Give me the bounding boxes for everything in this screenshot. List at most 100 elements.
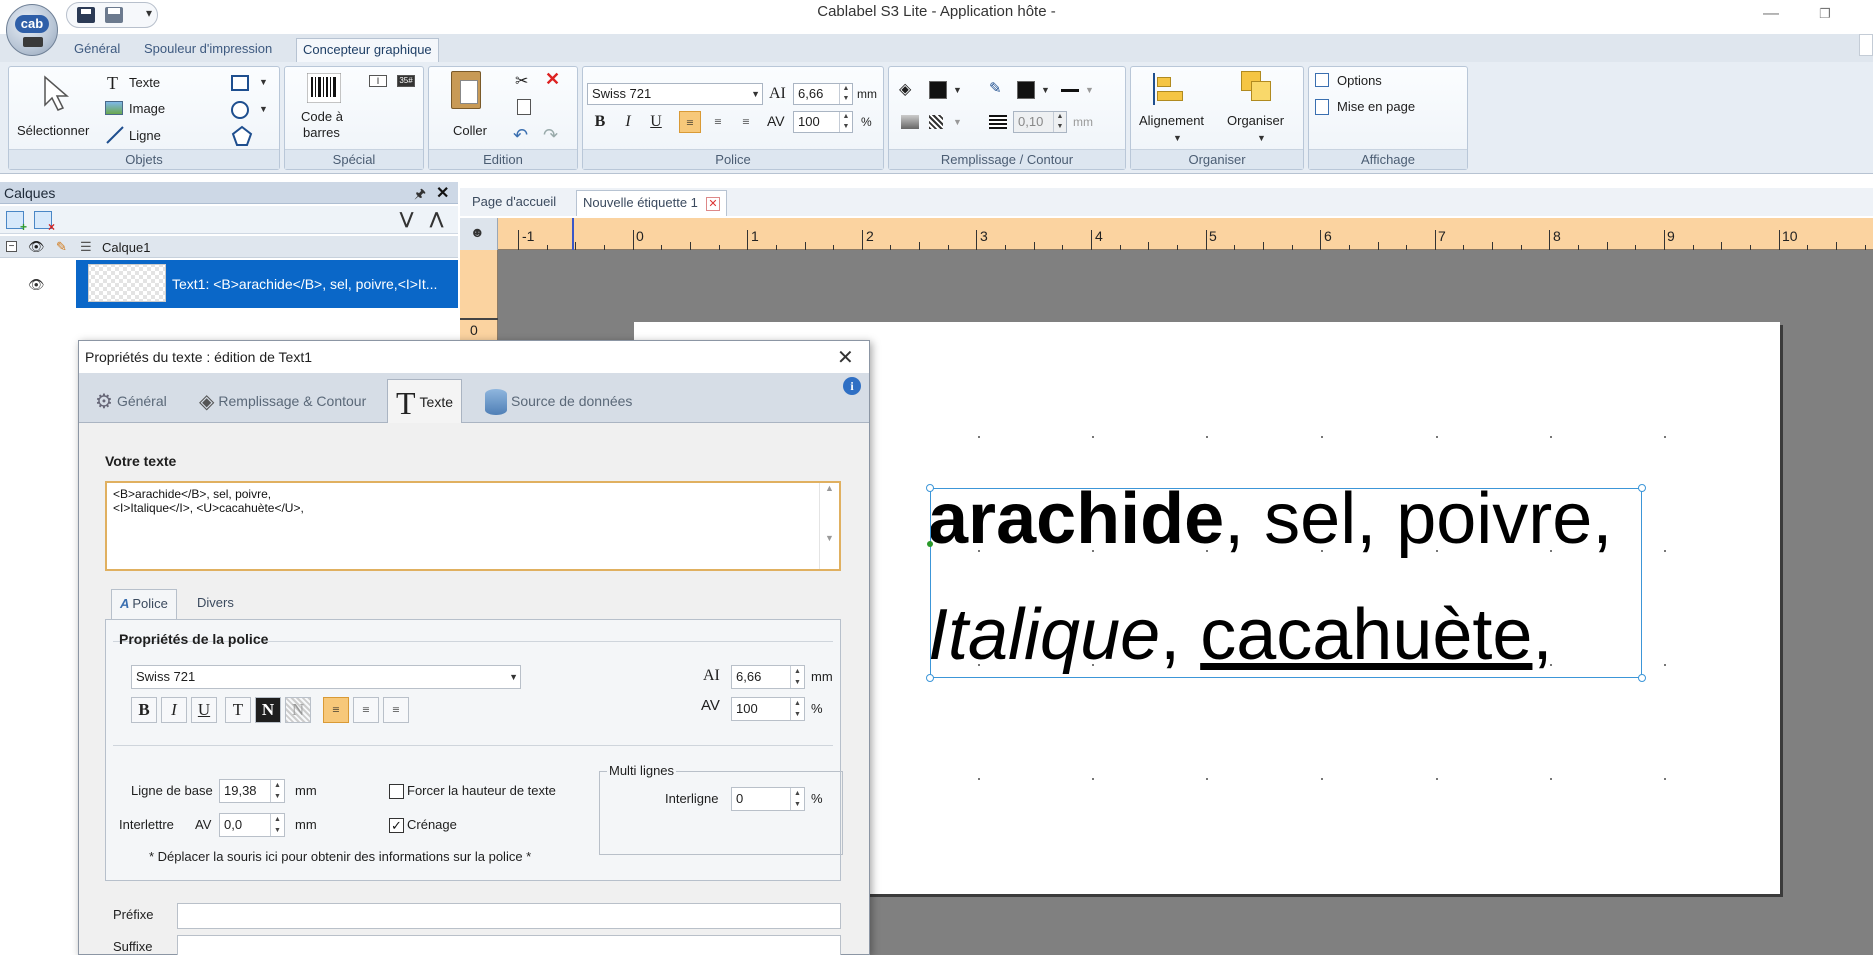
spinner-arrows-icon[interactable]: ▲ ▼ [839,84,852,104]
force-height-checkbox[interactable] [389,784,404,799]
restore-icon[interactable]: ❐ [1812,2,1838,26]
barcode-label-line2[interactable]: barres [303,125,340,140]
pattern-icon[interactable] [929,115,943,129]
layer-row[interactable]: − 👁 ✎ ☰ Calque1 [0,236,458,258]
selection-frame[interactable] [930,488,1642,678]
paste-button[interactable]: Coller [453,123,487,138]
delete-icon[interactable]: ✕ [545,69,560,90]
fill-color-dropdown-icon[interactable]: ▼ [953,85,962,95]
dialog-outline-button[interactable]: T [225,697,251,723]
dialog-tab-fill[interactable]: ◈ Remplissage & Contour [191,379,374,423]
tab-print-spooler[interactable]: Spouleur d'impression [138,38,278,62]
info-icon[interactable]: i [843,377,861,395]
tab-new-label[interactable]: Nouvelle étiquette 1 ✕ [576,190,727,216]
line-style-icon[interactable] [1061,89,1079,92]
text-input-area[interactable]: <B>arachide</B>, sel, poivre, <I>Italiqu… [105,481,841,571]
app-logo-button[interactable]: cab [6,4,58,56]
font-size-spinner[interactable]: 6,66 ▲ ▼ [793,83,853,105]
outline-color-swatch[interactable] [1017,81,1035,99]
arrange-dropdown-icon[interactable]: ▼ [1257,133,1266,143]
ribbon-search-box[interactable] [1859,34,1873,56]
ellipse-dropdown-icon[interactable]: ▼ [259,104,268,114]
spinner-arrows-icon[interactable]: ▲ ▼ [270,814,284,836]
anchor-point[interactable] [927,541,933,547]
align-right-button[interactable]: ≡ [735,111,757,133]
cut-icon[interactable]: ✂ [515,71,528,91]
spinner-arrows-icon[interactable]: ▲ ▼ [839,112,852,132]
arrange-button[interactable]: Organiser [1227,113,1284,128]
ruler-origin-icon[interactable]: ☻ [470,224,485,240]
eye-icon[interactable]: 👁 [28,277,45,293]
dialog-shadow-button[interactable]: N [285,697,311,723]
dialog-font-size-spinner[interactable]: 6,66 ▲ ▼ [731,665,805,689]
line-width-spinner[interactable]: 0,10 ▲ ▼ [1013,111,1067,133]
resize-handle[interactable] [926,674,934,682]
close-tab-icon[interactable]: ✕ [705,196,720,211]
add-layer-icon[interactable] [6,211,27,234]
dialog-font-combo[interactable]: Swiss 721 ▼ [131,665,521,689]
dialog-tab-datasource[interactable]: Source de données [477,379,640,423]
font-width-spinner[interactable]: 100 ▲ ▼ [793,111,853,133]
interline-spinner[interactable]: 0 ▲ ▼ [731,787,805,811]
dialog-italic-button[interactable]: I [161,697,187,723]
ellipse-icon[interactable] [231,101,249,119]
resize-handle[interactable] [1638,484,1646,492]
collapse-all-icon[interactable]: ⋁ [400,209,413,229]
text-tool-icon[interactable]: T [107,73,118,94]
resize-handle[interactable] [1638,674,1646,682]
align-button[interactable]: Alignement [1139,113,1204,128]
page-setup-button[interactable]: Mise en page [1337,99,1415,114]
spinner-arrows-icon[interactable]: ▲ ▼ [790,788,804,810]
text-field-icon[interactable]: I [369,75,387,87]
textarea-scrollbar[interactable]: ▲ ▼ [819,483,839,569]
spinner-arrows-icon[interactable]: ▲ ▼ [790,698,804,720]
dialog-align-center-button[interactable]: ≡ [353,697,379,723]
counter-icon[interactable]: 35# [397,75,415,87]
polygon-icon[interactable] [231,125,253,147]
line-tool-button[interactable]: Ligne [129,128,161,143]
pattern-dropdown-icon[interactable]: ▼ [953,117,962,127]
spinner-arrows-icon[interactable]: ▲ ▼ [790,666,804,688]
suffix-input[interactable] [177,935,841,955]
baseline-spinner[interactable]: 19,38 ▲ ▼ [219,779,285,803]
tab-graphic-designer[interactable]: Concepteur graphique [296,38,439,62]
spinner-arrows-icon[interactable]: ▲ ▼ [1053,112,1066,132]
collapse-toggle-icon[interactable]: − [6,241,17,252]
subtab-font[interactable]: A Police [111,589,177,619]
delete-layer-icon[interactable] [34,211,55,234]
prefix-input[interactable] [177,903,841,929]
outline-color-dropdown-icon[interactable]: ▼ [1041,85,1050,95]
spinner-arrows-icon[interactable]: ▲ ▼ [270,780,284,802]
align-left-button[interactable]: ≡ [679,111,701,133]
select-button[interactable]: Sélectionner [17,123,89,138]
bold-button[interactable]: B [589,111,611,133]
expand-all-icon[interactable]: ⋀ [430,209,443,229]
redo-icon[interactable]: ↷ [543,125,558,146]
pin-icon[interactable]: 🖈 [414,185,426,207]
minimize-icon[interactable]: — [1758,2,1784,26]
letter-spacing-spinner[interactable]: 0,0 ▲ ▼ [219,813,285,837]
italic-button[interactable]: I [617,111,639,133]
rectangle-dropdown-icon[interactable]: ▼ [259,77,268,87]
options-button[interactable]: Options [1337,73,1382,88]
tab-general[interactable]: Général [68,38,126,62]
fill-color-swatch[interactable] [929,81,947,99]
dialog-align-right-button[interactable]: ≡ [383,697,409,723]
eye-icon[interactable]: 👁 [28,239,45,255]
copy-icon[interactable] [517,99,531,115]
close-icon[interactable]: ✕ [837,345,854,370]
close-icon[interactable]: ✕ [436,183,449,203]
dialog-underline-button[interactable]: U [191,697,217,723]
barcode-label-line1[interactable]: Code à [301,109,343,124]
subtab-misc[interactable]: Divers [189,589,242,619]
image-tool-button[interactable]: Image [129,101,165,116]
align-dropdown-icon[interactable]: ▼ [1173,133,1182,143]
dialog-tab-text[interactable]: T Texte [387,379,463,423]
align-center-button[interactable]: ≡ [707,111,729,133]
underline-button[interactable]: U [645,111,667,133]
dialog-inverse-button[interactable]: N [255,697,281,723]
gradient-icon[interactable] [901,115,919,129]
font-combo[interactable]: Swiss 721 ▼ [587,83,763,105]
dialog-tab-general[interactable]: ⚙ Général [87,379,175,423]
text-tool-button[interactable]: Texte [129,75,160,90]
